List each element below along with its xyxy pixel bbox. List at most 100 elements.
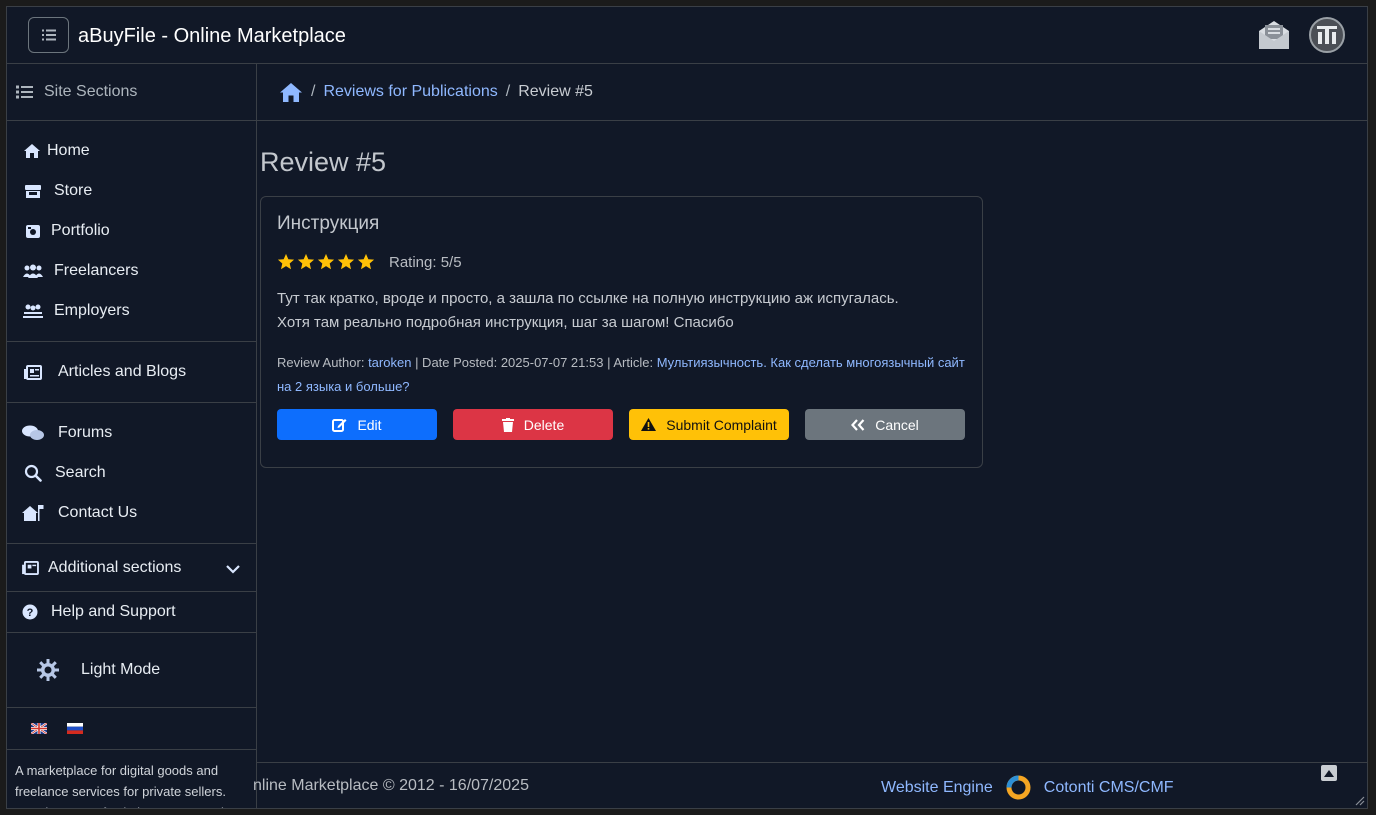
sidebar-heading-label: Site Sections <box>44 83 138 100</box>
sidebar-item-label: Contact Us <box>58 504 138 521</box>
sidebar-item-label: Forums <box>58 424 113 441</box>
house-flag-icon <box>22 504 44 522</box>
sidebar-item-label: Employers <box>54 302 130 319</box>
breadcrumb-separator: / <box>311 83 316 100</box>
user-avatar[interactable] <box>1309 17 1345 53</box>
comments-icon <box>22 425 44 441</box>
sidebar-item-label: Store <box>54 182 93 199</box>
footer: nline Marketplace © 2012 - 16/07/2025 We… <box>253 762 1367 808</box>
app-window: aBuyFile - Online Marketplace Site Secti… <box>6 6 1368 809</box>
sidebar: Site Sections Home Store Portfolio Freel… <box>7 64 257 808</box>
rating-label: Rating: 5/5 <box>389 253 462 271</box>
resize-handle-icon[interactable] <box>1353 794 1365 806</box>
sidebar-item-portfolio[interactable]: Portfolio <box>7 211 256 251</box>
sidebar-item-help[interactable]: ? Help and Support <box>7 592 256 633</box>
search-icon <box>22 464 44 482</box>
newspaper-icon <box>22 560 40 575</box>
submit-complaint-button-label: Submit Complaint <box>666 416 777 433</box>
author-link[interactable]: taroken <box>368 355 411 370</box>
star-icon <box>297 253 315 270</box>
avatar-logo-icon <box>1317 26 1337 44</box>
cancel-button[interactable]: Cancel <box>805 409 965 440</box>
sidebar-item-articles[interactable]: Articles and Blogs <box>7 352 256 392</box>
site-title[interactable]: aBuyFile - Online Marketplace <box>78 25 346 48</box>
top-navbar: aBuyFile - Online Marketplace <box>7 7 1367 64</box>
sidebar-item-store[interactable]: Store <box>7 171 256 211</box>
footer-engine-label[interactable]: Website Engine <box>881 779 993 797</box>
rating-row: Rating: 5/5 <box>277 251 966 273</box>
footer-copyright: nline Marketplace © 2012 - 16/07/2025 <box>253 777 529 794</box>
caret-up-icon <box>1324 769 1334 777</box>
warning-icon <box>641 418 657 431</box>
gear-icon <box>37 659 59 681</box>
review-text-line: Хотя там реально подробная инструкция, ш… <box>277 314 734 331</box>
page-title: Review #5 <box>260 147 387 177</box>
site-description: A marketplace for digital goods and free… <box>15 763 226 808</box>
svg-text:?: ? <box>27 607 34 619</box>
star-icon <box>337 253 355 270</box>
date-label: | Date Posted: 2025-07-07 21:53 | Articl… <box>415 355 654 370</box>
breadcrumb-current: Review #5 <box>518 83 593 100</box>
sidebar-item-label: Search <box>55 464 106 481</box>
language-switcher <box>7 708 256 750</box>
newspaper-icon <box>22 364 44 380</box>
sidebar-item-contact[interactable]: Contact Us <box>7 493 256 533</box>
breadcrumb: / Reviews for Publications / Review #5 <box>257 64 1367 121</box>
theme-toggle[interactable]: Light Mode <box>7 633 256 708</box>
review-text: Тут так кратко, вроде и просто, а зашла … <box>277 287 966 335</box>
review-text-line: Тут так кратко, вроде и просто, а зашла … <box>277 290 899 307</box>
author-label: Review Author: <box>277 355 365 370</box>
sidebar-item-label: Portfolio <box>51 222 110 239</box>
flag-ru-icon[interactable] <box>67 723 83 734</box>
theme-toggle-label: Light Mode <box>81 661 161 678</box>
messages-icon[interactable] <box>1257 19 1291 51</box>
review-actions: Edit Delete Submit Complaint Cancel <box>277 409 966 440</box>
chevron-down-icon <box>226 561 240 579</box>
breadcrumb-separator: / <box>505 83 511 100</box>
store-icon <box>22 183 44 199</box>
review-card: Инструкция Rating: 5/5 Тут так кратко, в… <box>260 196 983 468</box>
sidebar-item-home[interactable]: Home <box>7 131 256 171</box>
rating-stars <box>277 253 375 271</box>
nav-group-articles: Articles and Blogs <box>7 342 256 403</box>
star-icon <box>277 253 295 270</box>
employers-icon <box>22 303 44 319</box>
sidebar-heading: Site Sections <box>7 64 256 121</box>
cancel-button-label: Cancel <box>875 416 919 433</box>
nav-group-community: Forums Search Contact Us <box>7 403 256 544</box>
sidebar-item-label: Freelancers <box>54 262 139 279</box>
footer-engine: Website Engine Cotonti CMS/CMF <box>881 774 1174 801</box>
delete-button-label: Delete <box>523 416 565 433</box>
sidebar-item-search[interactable]: Search <box>7 453 256 493</box>
sidebar-item-freelancers[interactable]: Freelancers <box>7 251 256 291</box>
home-icon[interactable] <box>279 82 303 103</box>
sidebar-item-employers[interactable]: Employers <box>7 291 256 331</box>
question-circle-icon: ? <box>22 604 40 620</box>
delete-button[interactable]: Delete <box>453 409 613 440</box>
submit-complaint-button[interactable]: Submit Complaint <box>629 409 789 440</box>
breadcrumb-reviews-link[interactable]: Reviews for Publications <box>323 83 497 101</box>
users-icon <box>22 264 44 279</box>
sidebar-item-label: Articles and Blogs <box>58 363 187 380</box>
sidebar-toggle-button[interactable] <box>28 17 69 53</box>
scroll-top-button[interactable] <box>1321 765 1337 781</box>
cotonti-logo-icon <box>1006 775 1031 800</box>
star-icon <box>357 253 375 270</box>
edit-button-label: Edit <box>357 416 382 433</box>
sidebar-item-label: Home <box>47 142 90 159</box>
camera-icon <box>22 223 44 239</box>
footer-engine-name[interactable]: Cotonti CMS/CMF <box>1044 779 1174 797</box>
star-icon <box>317 253 335 270</box>
trash-icon <box>501 417 514 432</box>
review-title: Инструкция <box>277 213 380 234</box>
double-chevron-left-icon <box>851 418 865 431</box>
home-icon <box>23 143 41 159</box>
edit-icon <box>332 419 347 432</box>
sidebar-item-label: Additional sections <box>48 558 182 576</box>
sidebar-item-forums[interactable]: Forums <box>7 413 256 453</box>
edit-button[interactable]: Edit <box>277 409 437 440</box>
list-icon <box>41 29 56 41</box>
sidebar-item-label: Help and Support <box>51 603 176 620</box>
flag-uk-icon[interactable] <box>31 723 47 734</box>
sidebar-additional-sections[interactable]: Additional sections <box>7 544 256 592</box>
